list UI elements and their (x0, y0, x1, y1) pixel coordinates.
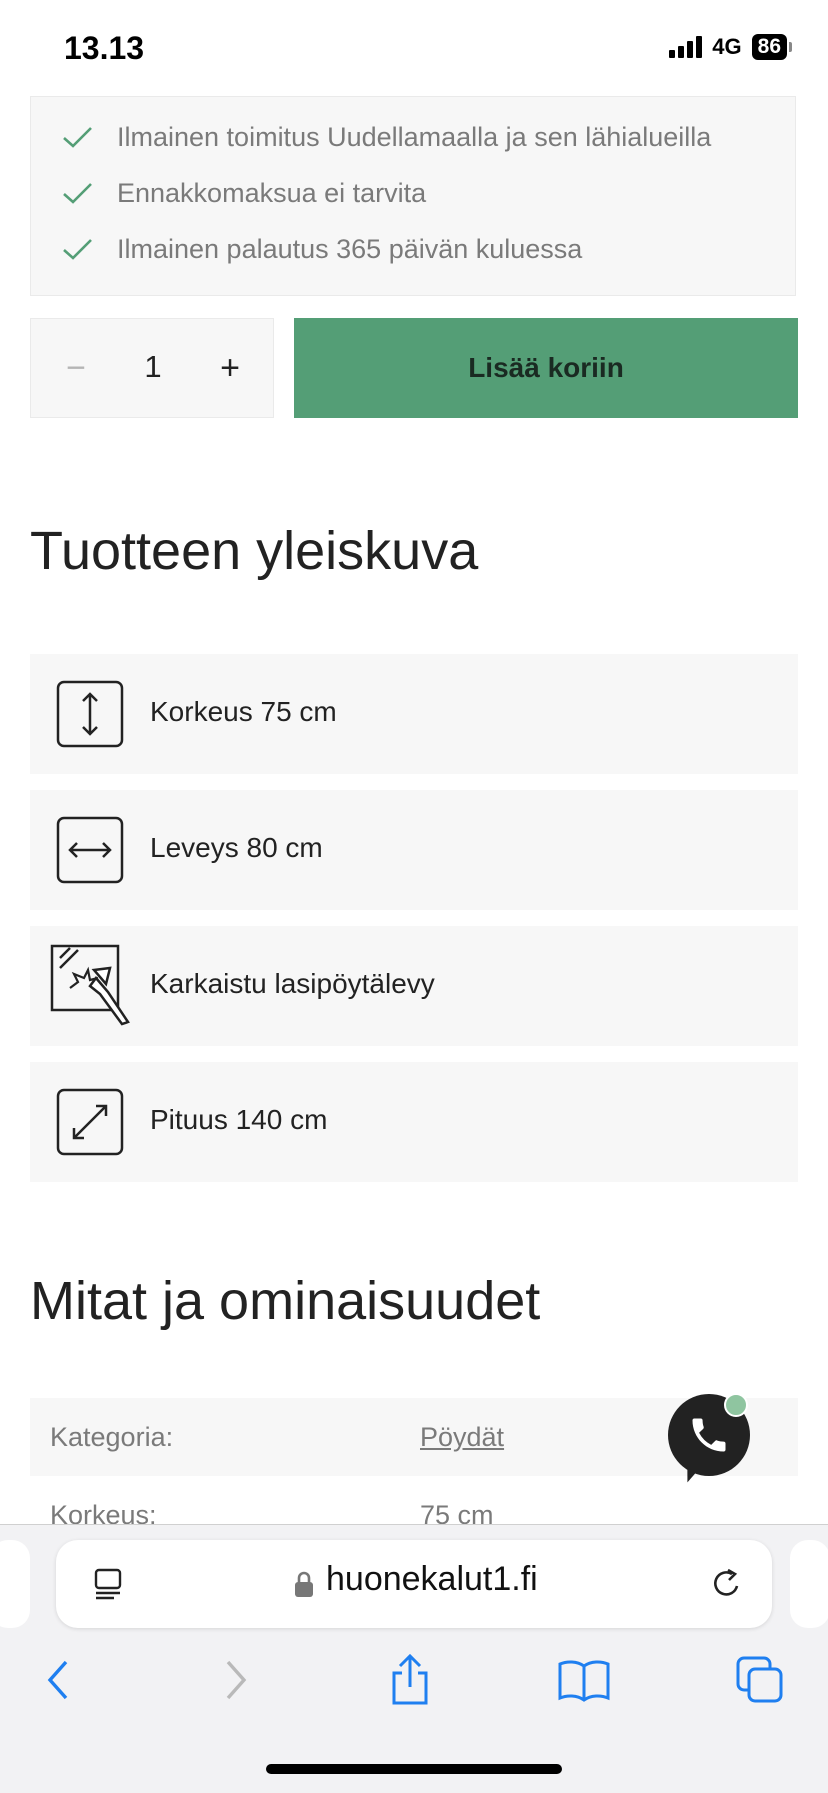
add-to-cart-button[interactable]: Lisää koriin (294, 318, 798, 418)
spec-key: Korkeus: (50, 1500, 157, 1524)
share-button[interactable] (380, 1650, 440, 1710)
check-icon (63, 239, 92, 260)
bookmarks-button[interactable] (554, 1650, 614, 1710)
feature-label: Karkaistu lasipöytälevy (150, 968, 435, 999)
feature-item-height: Korkeus 75 cm (30, 654, 798, 774)
overview-heading: Tuotteen yleiskuva (30, 521, 479, 581)
quantity-stepper: − 1 + (30, 318, 274, 418)
reload-icon[interactable] (706, 1564, 746, 1604)
home-indicator (266, 1764, 562, 1774)
width-icon (56, 816, 124, 884)
benefit-text: Ilmainen palautus 365 päivän kuluessa (117, 233, 583, 264)
status-indicators: 4G 86 (669, 34, 792, 60)
tabs-button[interactable] (730, 1650, 790, 1710)
network-type: 4G (712, 34, 742, 59)
tempered-glass-icon (50, 944, 130, 1026)
feature-item-width: Leveys 80 cm (30, 790, 798, 910)
increase-quantity-button[interactable]: + (207, 345, 253, 391)
category-link[interactable]: Pöydät (420, 1422, 504, 1453)
benefit-text: Ilmainen toimitus Uudellamaalla ja sen l… (117, 121, 712, 152)
phone-icon (692, 1418, 726, 1452)
share-icon (392, 1653, 428, 1705)
feature-item-glass: Karkaistu lasipöytälevy (30, 926, 798, 1046)
signal-icon (669, 36, 703, 58)
length-icon (56, 1088, 124, 1156)
specs-heading: Mitat ja ominaisuudet (30, 1271, 541, 1331)
previous-tab-card[interactable] (0, 1540, 30, 1628)
address-bar[interactable]: huonekalut1.fi (56, 1540, 772, 1628)
decrease-quantity-button[interactable]: − (53, 345, 99, 391)
benefit-item: Ennakkomaksua ei tarvita (59, 175, 426, 211)
next-tab-card[interactable] (790, 1540, 828, 1628)
status-time: 13.13 (64, 30, 145, 66)
height-icon (56, 680, 124, 748)
book-icon (558, 1660, 610, 1702)
tabs-icon (736, 1656, 783, 1703)
benefit-text: Ennakkomaksua ei tarvita (117, 177, 427, 208)
url-text[interactable]: huonekalut1.fi (326, 1560, 538, 1599)
chevron-right-icon (226, 1660, 247, 1700)
lock-icon (295, 1571, 313, 1597)
battery-icon: 86 (751, 34, 787, 60)
benefits-panel: Ilmainen toimitus Uudellamaalla ja sen l… (30, 96, 796, 296)
quantity-value[interactable]: 1 (123, 349, 183, 385)
reader-mode-icon[interactable] (88, 1564, 128, 1604)
back-button[interactable] (28, 1650, 88, 1710)
feature-label: Leveys 80 cm (150, 832, 323, 863)
check-icon (63, 127, 92, 148)
benefit-item: Ilmainen toimitus Uudellamaalla ja sen l… (59, 119, 711, 155)
battery-tip (789, 42, 792, 52)
chevron-left-icon (47, 1660, 68, 1700)
spec-row-height: Korkeus: 75 cm (30, 1476, 798, 1524)
online-status-dot (724, 1393, 748, 1417)
forward-button[interactable] (206, 1650, 266, 1710)
status-bar: 13.13 4G 86 (0, 0, 828, 96)
spec-value: 75 cm (420, 1500, 494, 1524)
check-icon (63, 183, 92, 204)
feature-label: Korkeus 75 cm (150, 696, 337, 727)
spec-key: Kategoria: (50, 1422, 174, 1452)
feature-label: Pituus 140 cm (150, 1104, 328, 1135)
benefit-item: Ilmainen palautus 365 päivän kuluessa (59, 231, 582, 267)
feature-item-length: Pituus 140 cm (30, 1062, 798, 1182)
